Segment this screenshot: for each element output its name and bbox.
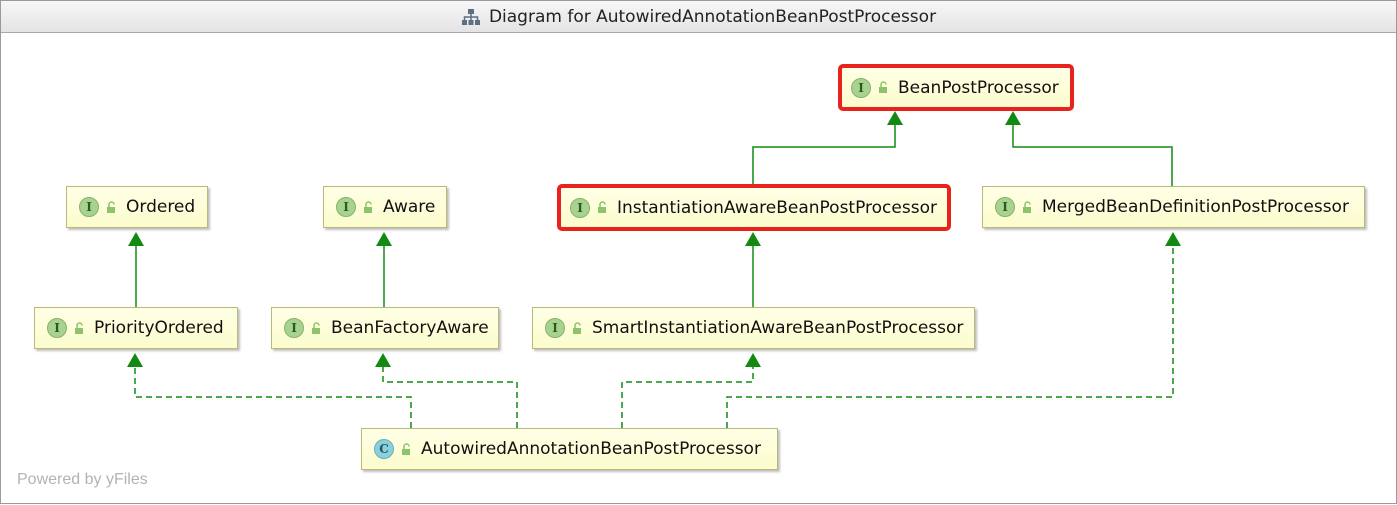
- interface-icon: I: [545, 318, 565, 338]
- unlock-icon: [1023, 200, 1031, 213]
- unlock-icon: [107, 200, 115, 213]
- node-bean-factory-aware[interactable]: I BeanFactoryAware: [271, 307, 499, 349]
- unlock-icon: [598, 201, 606, 213]
- interface-icon: I: [284, 318, 304, 338]
- interface-icon: I: [47, 318, 67, 338]
- node-label: BeanPostProcessor: [898, 77, 1059, 98]
- node-autowired-annotation[interactable]: C AutowiredAnnotationBeanPostProcessor: [361, 428, 778, 470]
- unlock-icon: [312, 321, 320, 334]
- node-merged-bean-definition[interactable]: I MergedBeanDefinitionPostProcessor: [982, 186, 1365, 228]
- edge-priorityordered-to-ordered: [128, 232, 144, 307]
- node-label: Ordered: [126, 197, 196, 217]
- edge-autowired-to-priorityordered: [127, 353, 412, 428]
- interface-icon: I: [851, 77, 871, 98]
- node-instantiation-aware[interactable]: I InstantiationAwareBeanPostProcessor: [557, 184, 951, 231]
- node-smart-instantiation-aware[interactable]: I SmartInstantiationAwareBeanPostProcess…: [532, 307, 975, 349]
- edge-merged-to-beanpostprocessor: [1005, 111, 1173, 186]
- node-label: Aware: [383, 197, 436, 217]
- node-bean-post-processor[interactable]: I BeanPostProcessor: [838, 64, 1074, 111]
- node-label: PriorityOrdered: [94, 318, 224, 338]
- edge-autowired-to-beanfactoryaware: [375, 353, 518, 428]
- node-priority-ordered[interactable]: I PriorityOrdered: [34, 307, 238, 349]
- edge-instantiation-to-beanpostprocessor: [752, 111, 903, 186]
- edge-smart-to-instantiation: [745, 232, 761, 307]
- unlock-icon: [75, 321, 83, 334]
- node-label: SmartInstantiationAwareBeanPostProcessor: [592, 318, 964, 338]
- node-label: AutowiredAnnotationBeanPostProcessor: [421, 439, 761, 459]
- diagram-window: Diagram for AutowiredAnnotationBeanPostP…: [0, 0, 1397, 504]
- interface-icon: I: [570, 197, 590, 218]
- node-ordered[interactable]: I Ordered: [66, 186, 208, 228]
- node-label: BeanFactoryAware: [331, 318, 489, 338]
- unlock-icon: [879, 81, 887, 93]
- edge-beanfactoryaware-to-aware: [376, 232, 392, 307]
- edge-autowired-to-smart: [621, 353, 761, 428]
- class-icon: C: [374, 439, 394, 459]
- powered-by-label: Powered by yFiles: [17, 471, 148, 488]
- node-label: MergedBeanDefinitionPostProcessor: [1042, 197, 1349, 217]
- node-label: InstantiationAwareBeanPostProcessor: [617, 197, 937, 218]
- interface-icon: I: [995, 197, 1015, 217]
- unlock-icon: [402, 442, 410, 455]
- interface-icon: I: [79, 197, 99, 217]
- unlock-icon: [573, 321, 581, 334]
- interface-icon: I: [336, 197, 356, 217]
- node-aware[interactable]: I Aware: [323, 186, 447, 228]
- unlock-icon: [364, 200, 372, 213]
